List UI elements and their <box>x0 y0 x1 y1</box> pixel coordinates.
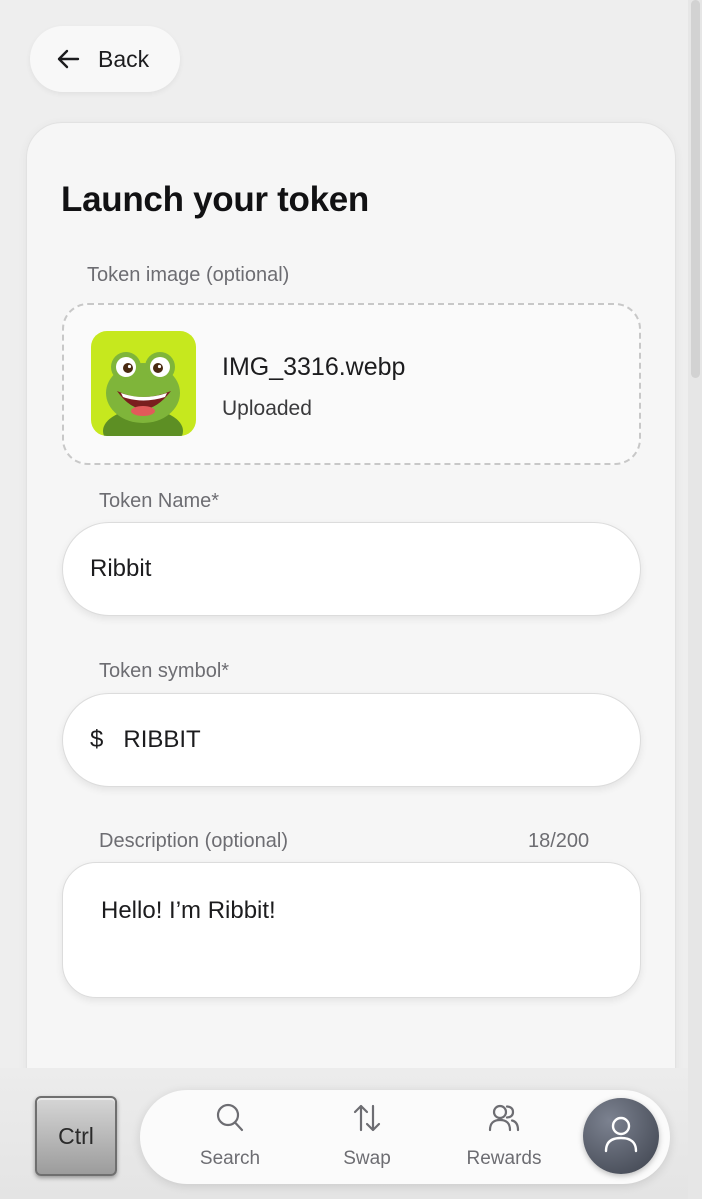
token-name-label: Token Name* <box>99 490 220 512</box>
page-title: Launch your token <box>61 180 369 219</box>
ctrl-key-label: Ctrl <box>58 1122 94 1149</box>
token-image-upload[interactable]: IMG_3316.webp Uploaded <box>62 303 641 465</box>
token-symbol-label: Token symbol* <box>99 660 230 682</box>
description-value: Hello! I’m Ribbit! <box>101 897 276 924</box>
token-name-value: Ribbit <box>90 555 152 582</box>
arrow-left-icon <box>56 48 80 70</box>
nav-label-search: Search <box>199 1148 261 1169</box>
nav-label-rewards: Rewards <box>466 1148 542 1169</box>
description-char-counter: 18/200 <box>528 830 590 852</box>
token-image-label: Token image (optional) <box>87 264 290 286</box>
ctrl-key-button[interactable]: Ctrl <box>35 1096 117 1176</box>
back-label: Back <box>98 45 150 72</box>
rewards-icon <box>488 1102 520 1134</box>
token-symbol-value: RIBBIT <box>123 726 201 753</box>
search-icon <box>215 1102 245 1134</box>
scrollbar-thumb[interactable] <box>691 0 700 378</box>
swap-icon <box>352 1102 382 1134</box>
profile-button[interactable] <box>583 1098 659 1174</box>
scrollbar[interactable] <box>688 0 702 1199</box>
nav-item-search[interactable]: Search <box>175 1102 285 1170</box>
nav-item-swap[interactable]: Swap <box>312 1102 422 1170</box>
user-icon <box>603 1114 639 1159</box>
token-name-input[interactable]: Ribbit <box>62 522 641 616</box>
token-symbol-input[interactable]: $ RIBBIT <box>62 693 641 787</box>
upload-status: Uploaded <box>222 397 312 420</box>
description-label: Description (optional) <box>99 830 288 852</box>
token-image-thumbnail <box>91 331 196 436</box>
dollar-prefix: $ <box>90 726 104 753</box>
back-button[interactable]: Back <box>30 26 180 92</box>
nav-item-rewards[interactable]: Rewards <box>449 1102 559 1170</box>
description-textarea[interactable]: Hello! I’m Ribbit! <box>62 862 641 998</box>
nav-label-swap: Swap <box>343 1148 391 1169</box>
uploaded-file-name: IMG_3316.webp <box>222 353 406 381</box>
